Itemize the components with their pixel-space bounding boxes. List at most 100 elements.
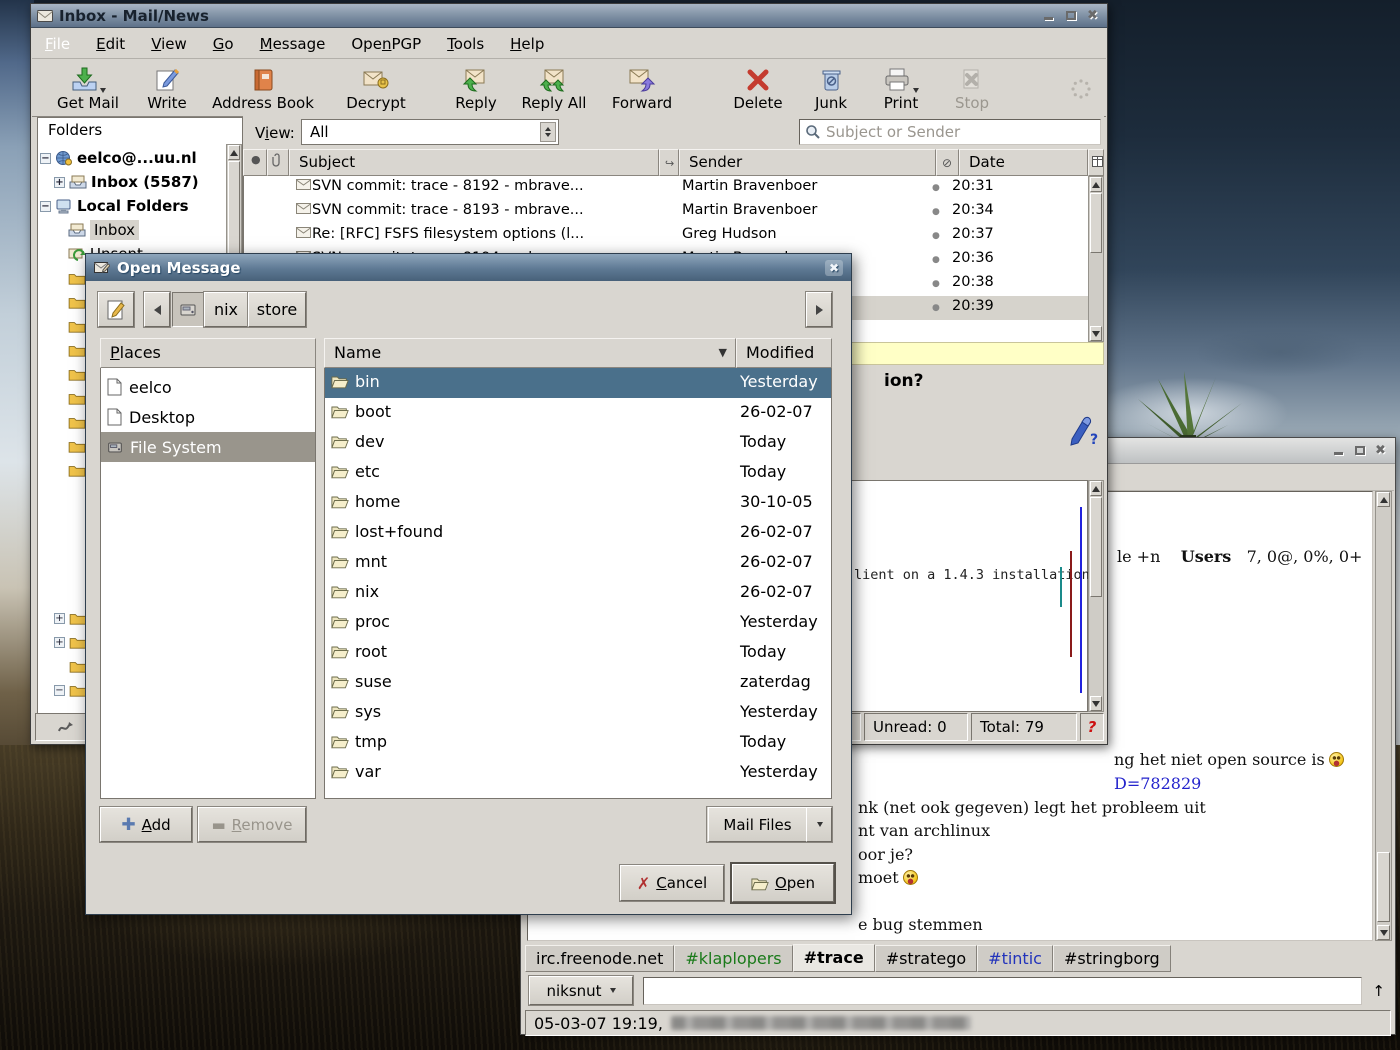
add-button[interactable]: ✚ Add xyxy=(100,807,192,842)
irc-maximize-button[interactable] xyxy=(1351,443,1368,458)
modified-column-header[interactable]: Modified xyxy=(736,338,832,368)
scroll-up-arrow[interactable] xyxy=(1377,492,1390,507)
mail-titlebar[interactable]: Inbox - Mail/News ✖ xyxy=(31,4,1107,28)
write-button[interactable]: Write xyxy=(136,63,198,115)
file-row[interactable]: lost+found26-02-07 xyxy=(325,518,831,548)
tab-stringborg[interactable]: #stringborg xyxy=(1053,945,1171,972)
nick-button[interactable]: niksnut xyxy=(529,976,633,1005)
folder-tree-row[interactable] xyxy=(68,458,86,482)
irc-message-input[interactable] xyxy=(643,977,1362,1005)
collapse-icon[interactable]: − xyxy=(40,201,51,212)
delete-button[interactable]: Delete xyxy=(722,63,794,115)
path-button-root[interactable] xyxy=(172,292,204,327)
scrollbar-thumb[interactable] xyxy=(1377,852,1390,922)
reply-all-button[interactable]: Reply All xyxy=(512,63,596,115)
path-scroll-right-button[interactable] xyxy=(806,292,832,327)
open-button[interactable]: Open xyxy=(732,864,834,902)
tab-klaplopers[interactable]: #klaplopers xyxy=(674,945,792,972)
mail-close-button[interactable]: ✖ xyxy=(1084,8,1101,23)
tab-stratego[interactable]: #stratego xyxy=(875,945,977,972)
message-row[interactable]: SVN commit: trace - 8193 - mbrave... Mar… xyxy=(244,200,1088,224)
column-sender[interactable]: Sender xyxy=(679,149,936,176)
message-row[interactable]: SVN commit: trace - 8192 - mbrave... Mar… xyxy=(244,176,1088,200)
menu-view[interactable]: View xyxy=(138,31,200,57)
folder-tree-inbox-remote[interactable]: + Inbox (5587) xyxy=(54,170,199,194)
file-row[interactable]: varYesterday xyxy=(325,758,831,788)
menu-edit[interactable]: Edit xyxy=(83,31,138,57)
type-filename-button[interactable] xyxy=(98,292,134,327)
cancel-button[interactable]: ✗ Cancel xyxy=(620,865,724,901)
file-row[interactable]: susezaterdag xyxy=(325,668,831,698)
folder-tree-row[interactable] xyxy=(68,386,86,410)
scrollbar-thumb[interactable] xyxy=(1090,497,1102,597)
expand-icon[interactable]: + xyxy=(54,613,65,624)
junk-button[interactable]: Junk xyxy=(802,63,860,115)
filter-select-arrow[interactable] xyxy=(806,807,832,842)
scroll-down-arrow[interactable] xyxy=(1090,326,1102,341)
filter-select[interactable]: Mail Files xyxy=(708,807,806,842)
folder-tree-row[interactable] xyxy=(68,266,86,290)
chat-line-link[interactable]: D=782829 xyxy=(1114,774,1201,793)
message-body-scrollbar[interactable] xyxy=(1088,480,1104,712)
place-file-system[interactable]: File System xyxy=(101,432,315,462)
file-row[interactable]: nix26-02-07 xyxy=(325,578,831,608)
irc-minimize-button[interactable] xyxy=(1330,443,1347,458)
column-flag[interactable]: ● xyxy=(243,149,267,176)
column-junk[interactable]: ⊘ xyxy=(936,149,959,176)
folder-tree-row[interactable] xyxy=(68,434,86,458)
folder-tree-local-folders[interactable]: − Local Folders xyxy=(40,194,189,218)
folder-tree-row[interactable] xyxy=(68,338,86,362)
collapse-icon[interactable]: − xyxy=(54,685,65,696)
reply-button[interactable]: Reply xyxy=(444,63,508,115)
scrollbar-thumb[interactable] xyxy=(1090,193,1102,253)
irc-close-button[interactable]: ✖ xyxy=(1372,443,1389,458)
dialog-close-button[interactable]: ✖ xyxy=(825,260,843,276)
column-subject[interactable]: Subject xyxy=(289,149,659,176)
menu-tools[interactable]: Tools xyxy=(434,31,497,57)
column-thread[interactable]: ↪ xyxy=(659,149,679,176)
name-column-header[interactable]: Name ▼ xyxy=(324,338,736,368)
irc-chat-scrollbar[interactable] xyxy=(1375,491,1392,941)
message-list-scrollbar[interactable] xyxy=(1088,176,1104,342)
tab-trace[interactable]: #trace xyxy=(793,944,875,972)
file-row[interactable]: etcToday xyxy=(325,458,831,488)
file-row[interactable]: devToday xyxy=(325,428,831,458)
path-button-store[interactable]: store xyxy=(248,292,306,327)
expand-icon[interactable]: + xyxy=(54,637,65,648)
column-date[interactable]: Date xyxy=(959,149,1088,176)
folder-tree-row[interactable] xyxy=(68,362,86,386)
decrypt-button[interactable]: Decrypt xyxy=(330,63,422,115)
column-attachment[interactable] xyxy=(267,149,289,176)
folder-tree-row[interactable] xyxy=(68,314,86,338)
print-button[interactable]: Print xyxy=(866,63,936,115)
mail-minimize-button[interactable] xyxy=(1040,8,1057,23)
scroll-down-arrow[interactable] xyxy=(1090,696,1102,711)
file-row[interactable]: tmpToday xyxy=(325,728,831,758)
address-book-button[interactable]: Address Book xyxy=(202,63,324,115)
scroll-up-arrow[interactable] xyxy=(228,145,240,160)
folders-pane-header[interactable]: Folders xyxy=(38,118,242,144)
file-row[interactable]: mnt26-02-07 xyxy=(325,548,831,578)
pencil-question-icon[interactable]: ? xyxy=(1064,413,1098,447)
places-header[interactable]: Places xyxy=(100,338,316,368)
history-up-icon[interactable]: ↑ xyxy=(1372,982,1385,1000)
file-row[interactable]: sysYesterday xyxy=(325,698,831,728)
forward-button[interactable]: Forward xyxy=(600,63,684,115)
place-desktop[interactable]: Desktop xyxy=(101,402,315,432)
tab-tintic[interactable]: #tintic xyxy=(977,945,1053,972)
menu-file[interactable]: File xyxy=(32,31,83,57)
enigmail-status[interactable]: ? xyxy=(1080,713,1104,741)
get-mail-button[interactable]: Get Mail xyxy=(44,63,132,115)
search-input[interactable] xyxy=(799,119,1101,145)
tab-server[interactable]: irc.freenode.net xyxy=(525,945,674,972)
file-row[interactable]: home30-10-05 xyxy=(325,488,831,518)
dialog-titlebar[interactable]: Open Message ✖ xyxy=(86,254,851,281)
view-filter-select[interactable]: All xyxy=(301,119,559,145)
scroll-down-arrow[interactable] xyxy=(1377,925,1390,940)
menu-go[interactable]: Go xyxy=(200,31,247,57)
path-button-nix[interactable]: nix xyxy=(204,292,248,327)
folder-tree-row[interactable]: + xyxy=(54,606,87,630)
folder-tree-row[interactable]: + xyxy=(54,630,87,654)
file-row[interactable]: rootToday xyxy=(325,638,831,668)
expand-icon[interactable]: + xyxy=(54,177,65,188)
